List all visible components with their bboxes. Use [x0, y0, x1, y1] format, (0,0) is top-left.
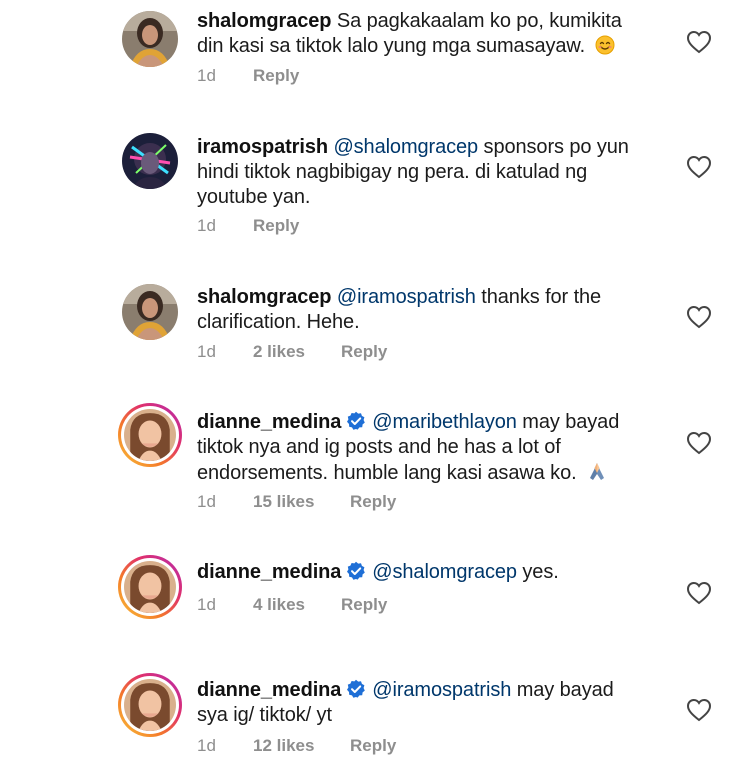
comment-username[interactable]: dianne_medina — [197, 561, 341, 583]
comment-age: 1d — [197, 66, 216, 85]
comment-text: shalomgracep @iramospatrish thanks for t… — [197, 285, 647, 335]
comment-mention[interactable]: @shalomgracep — [372, 561, 517, 583]
avatar[interactable] — [118, 403, 182, 467]
avatar-photo — [124, 561, 176, 613]
comment-username[interactable]: iramospatrish — [197, 136, 328, 158]
comment-username[interactable]: shalomgracep — [197, 10, 332, 32]
avatar-photo — [124, 679, 176, 731]
avatar-photo — [122, 284, 178, 340]
verified-badge-icon — [346, 679, 366, 699]
likes-count[interactable]: 4 likes — [253, 595, 305, 615]
likes-count[interactable]: 2 likes — [253, 342, 305, 362]
avatar[interactable] — [122, 11, 178, 67]
comment-mention[interactable]: @iramospatrish — [337, 286, 476, 308]
comment-mention[interactable]: @iramospatrish — [372, 679, 511, 701]
heart-outline-icon[interactable] — [686, 431, 712, 455]
story-ring — [121, 558, 179, 616]
avatar[interactable] — [122, 284, 178, 340]
comment-text: dianne_medina @iramospatrish may bayad sy… — [197, 678, 647, 728]
heart-outline-icon[interactable] — [686, 305, 712, 329]
comment-mention[interactable]: @shalomgracep — [333, 136, 478, 158]
comment-username[interactable]: dianne_medina — [197, 411, 341, 433]
verified-badge-icon — [346, 561, 366, 581]
folded-hands-emoji-icon — [586, 460, 608, 489]
likes-count[interactable]: 12 likes — [253, 736, 314, 756]
comment-age: 1d — [197, 342, 216, 361]
reply-button[interactable]: Reply — [253, 216, 299, 236]
heart-outline-icon[interactable] — [686, 155, 712, 179]
reply-button[interactable]: Reply — [350, 736, 396, 756]
comment-age: 1d — [197, 492, 216, 511]
comment-text: dianne_medina @shalomgracep yes. — [197, 560, 647, 585]
comment-age: 1d — [197, 595, 216, 614]
comment-text: dianne_medina @maribethlayon may bayad ti… — [197, 410, 647, 489]
story-ring — [121, 676, 179, 734]
reply-button[interactable]: Reply — [341, 595, 387, 615]
comment-body: yes. — [522, 561, 559, 583]
comment-age: 1d — [197, 736, 216, 755]
comment-text: shalomgracep Sa pagkakaalam ko po, kumik… — [197, 9, 647, 62]
smiling-face-emoji-icon — [595, 35, 615, 62]
avatar-photo — [122, 11, 178, 67]
avatar[interactable] — [118, 555, 182, 619]
avatar-photo — [124, 409, 176, 461]
comment-text: iramospatrish @shalomgracep sponsors po … — [197, 135, 647, 210]
comment-username[interactable]: shalomgracep — [197, 286, 332, 308]
likes-count[interactable]: 15 likes — [253, 492, 314, 512]
avatar-photo — [122, 133, 178, 189]
comment-age: 1d — [197, 216, 216, 235]
heart-outline-icon[interactable] — [686, 698, 712, 722]
avatar[interactable] — [122, 133, 178, 189]
story-ring — [121, 406, 179, 464]
verified-badge-icon — [346, 411, 366, 431]
reply-button[interactable]: Reply — [350, 492, 396, 512]
reply-button[interactable]: Reply — [341, 342, 387, 362]
reply-button[interactable]: Reply — [253, 66, 299, 86]
comment-username[interactable]: dianne_medina — [197, 679, 341, 701]
avatar[interactable] — [118, 673, 182, 737]
comment-mention[interactable]: @maribethlayon — [372, 411, 517, 433]
heart-outline-icon[interactable] — [686, 30, 712, 54]
heart-outline-icon[interactable] — [686, 581, 712, 605]
